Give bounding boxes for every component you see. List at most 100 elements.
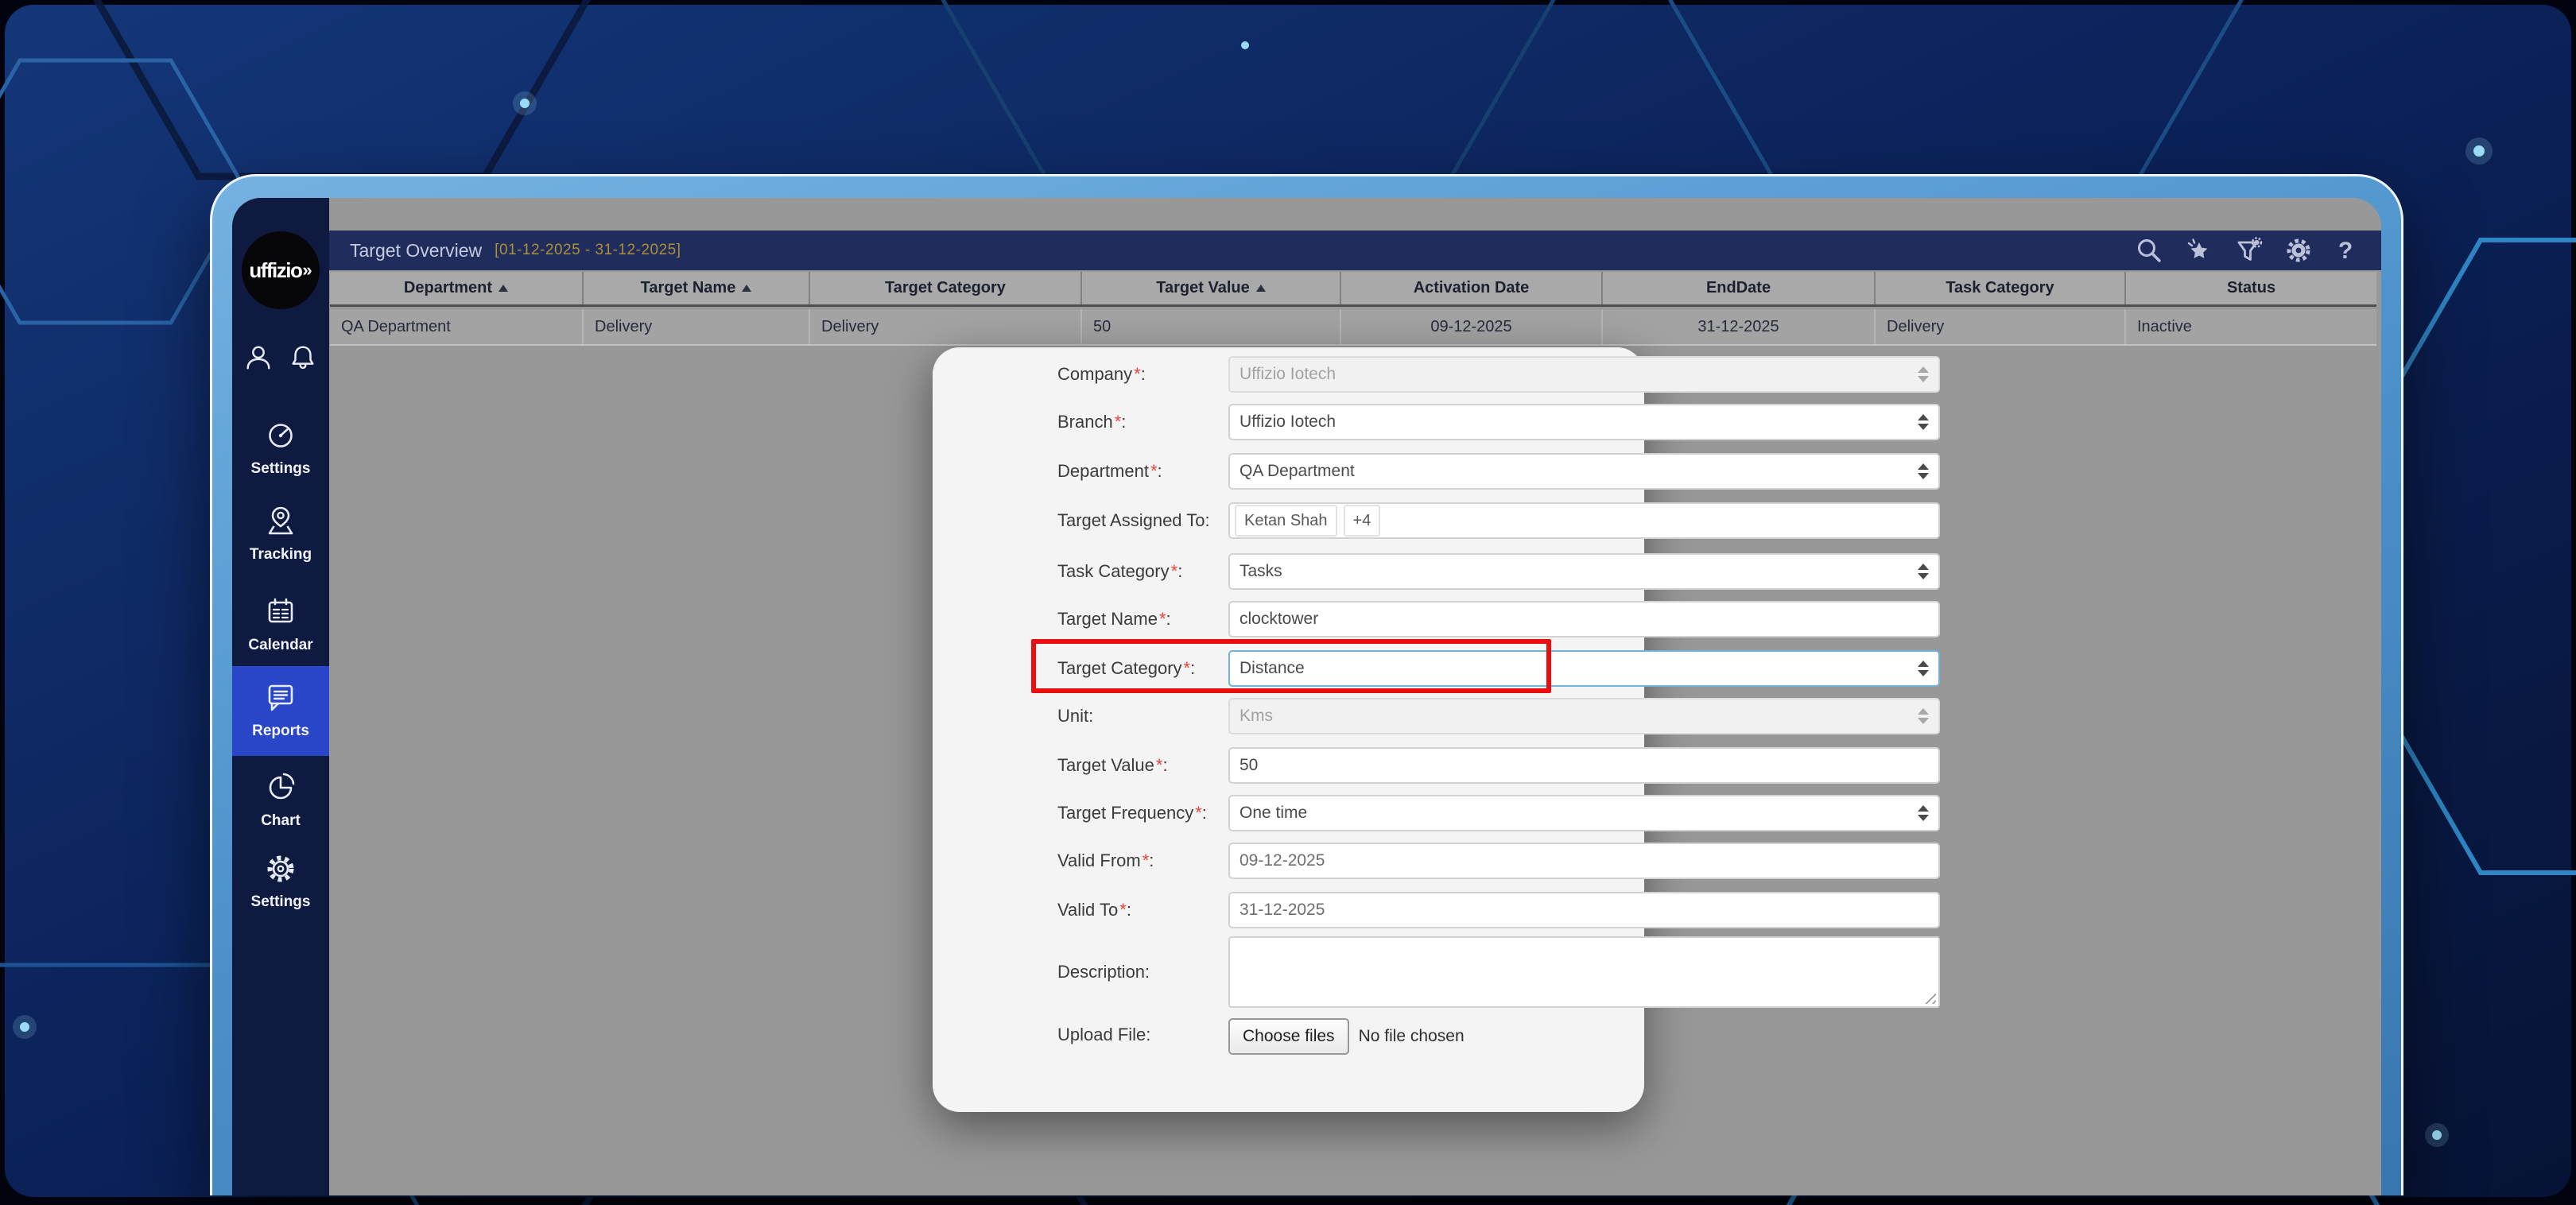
date-range-badge: [01-12-2025 - 31-12-2025] xyxy=(495,242,681,259)
description-textarea[interactable] xyxy=(1228,936,1940,1008)
upload-file-field: Choose files No file chosen xyxy=(1228,1018,1465,1055)
pie-chart-icon xyxy=(263,770,298,805)
form-row-valid-to: Valid To* : 31-12-2025 xyxy=(933,892,1644,928)
upload-file-label: Upload File xyxy=(1057,1025,1146,1045)
column-header-target-value[interactable]: Target Value xyxy=(1082,272,1341,304)
select-arrows-icon xyxy=(1918,708,1929,724)
cell-target-name: Delivery xyxy=(584,309,810,344)
department-select[interactable]: QA Department xyxy=(1228,453,1940,490)
branch-select[interactable]: Uffizio Iotech xyxy=(1228,404,1940,440)
cell-activation-date: 09-12-2025 xyxy=(1341,309,1603,344)
target-assigned-to-input[interactable]: Ketan Shah +4 xyxy=(1228,502,1940,539)
sidebar-item-settings[interactable]: Settings xyxy=(232,418,329,478)
required-asterisk: * xyxy=(1134,364,1141,385)
assignee-chip[interactable]: Ketan Shah xyxy=(1235,505,1337,537)
gear-icon xyxy=(263,851,298,886)
cell-status: Inactive xyxy=(2126,309,2376,344)
target-form-modal: Company* : Uffizio Iotech Branch* : Uffi… xyxy=(933,347,1644,1112)
required-asterisk: * xyxy=(1143,850,1150,871)
required-asterisk: * xyxy=(1156,755,1163,776)
required-asterisk: * xyxy=(1150,461,1158,482)
sidebar-top-icons xyxy=(232,343,329,373)
form-row-department: Department* : QA Department xyxy=(933,453,1644,490)
highlight-rectangle xyxy=(1031,639,1551,693)
column-header-task-category[interactable]: Task Category xyxy=(1876,272,2126,304)
target-frequency-label: Target Frequency xyxy=(1057,803,1193,823)
unit-select[interactable]: Kms xyxy=(1228,698,1940,734)
branch-label: Branch xyxy=(1057,412,1113,432)
department-label: Department xyxy=(1057,461,1149,482)
sidebar-item-label: Calendar xyxy=(232,637,329,654)
sidebar-item-tracking[interactable]: Tracking xyxy=(232,504,329,564)
calendar-icon xyxy=(263,595,298,630)
target-frequency-select[interactable]: One time xyxy=(1228,795,1940,831)
logo-arrow-icon: » xyxy=(302,260,312,281)
user-icon[interactable] xyxy=(243,343,274,373)
choose-files-button[interactable]: Choose files xyxy=(1228,1018,1349,1055)
form-row-description: Description : xyxy=(933,936,1644,1008)
company-label: Company xyxy=(1057,364,1132,385)
valid-from-input[interactable]: 09-12-2025 xyxy=(1228,843,1940,879)
help-icon[interactable]: ? xyxy=(2334,236,2357,265)
form-row-target-assigned-to: Target Assigned To : Ketan Shah +4 xyxy=(933,502,1644,539)
sidebar-item-label: Reports xyxy=(232,723,329,740)
column-header-target-name[interactable]: Target Name xyxy=(584,272,810,304)
filter-gear-icon[interactable] xyxy=(2233,236,2264,265)
table-row[interactable]: QA Department Delivery Delivery 50 09-12… xyxy=(330,309,2376,346)
valid-to-label: Valid To xyxy=(1057,900,1118,920)
form-row-target-value: Target Value* : 50 xyxy=(933,747,1644,784)
column-header-department[interactable]: Department xyxy=(330,272,584,304)
company-select[interactable]: Uffizio Iotech xyxy=(1228,356,1940,393)
sidebar: uffizio» Settings xyxy=(232,198,329,1195)
sidebar-item-label: Tracking xyxy=(232,546,329,564)
sort-asc-icon xyxy=(499,285,508,292)
unit-label: Unit xyxy=(1057,706,1088,726)
task-category-label: Task Category xyxy=(1057,561,1170,582)
resize-grip-icon[interactable] xyxy=(1925,993,1936,1004)
sidebar-item-chart[interactable]: Chart xyxy=(232,770,329,830)
sidebar-item-reports[interactable]: Reports xyxy=(232,666,329,756)
uffizio-logo: uffizio» xyxy=(242,231,320,309)
required-asterisk: * xyxy=(1195,803,1202,823)
target-name-input[interactable]: clocktower xyxy=(1228,601,1940,637)
map-pin-icon xyxy=(263,504,298,539)
page-title: Target Overview xyxy=(350,240,482,262)
required-asterisk: * xyxy=(1115,412,1122,432)
search-icon[interactable] xyxy=(2135,236,2163,265)
form-row-target-frequency: Target Frequency* : One time xyxy=(933,795,1644,831)
assignee-more-chip[interactable]: +4 xyxy=(1344,505,1381,537)
bell-icon[interactable] xyxy=(288,343,318,373)
sidebar-item-calendar[interactable]: Calendar xyxy=(232,595,329,654)
column-header-target-category[interactable]: Target Category xyxy=(810,272,1082,304)
sidebar-item-label: Settings xyxy=(232,893,329,911)
required-asterisk: * xyxy=(1119,900,1127,920)
gauge-icon xyxy=(263,418,298,453)
screenshot-stage: uffizio» Settings xyxy=(0,0,2576,1205)
column-header-status[interactable]: Status xyxy=(2126,272,2376,304)
sidebar-item-label: Settings xyxy=(232,460,329,478)
form-row-company: Company* : Uffizio Iotech xyxy=(933,356,1644,393)
favorite-star-icon[interactable] xyxy=(2184,236,2213,265)
required-asterisk: * xyxy=(1159,609,1166,630)
valid-to-input[interactable]: 31-12-2025 xyxy=(1228,892,1940,928)
sidebar-item-settings-bottom[interactable]: Settings xyxy=(232,851,329,911)
cell-task-category: Delivery xyxy=(1876,309,2126,344)
column-header-activation-date[interactable]: Activation Date xyxy=(1341,272,1603,304)
form-row-task-category: Task Category* : Tasks xyxy=(933,553,1644,590)
cell-department: QA Department xyxy=(330,309,584,344)
description-label: Description xyxy=(1057,962,1145,982)
task-category-select[interactable]: Tasks xyxy=(1228,553,1940,590)
column-header-end-date[interactable]: EndDate xyxy=(1603,272,1876,304)
select-arrows-icon xyxy=(1918,564,1929,579)
target-value-input[interactable]: 50 xyxy=(1228,747,1940,784)
settings-gear-icon[interactable] xyxy=(2284,236,2313,265)
required-asterisk: * xyxy=(1171,561,1178,582)
topbar-icons: ? xyxy=(2135,236,2357,265)
select-arrows-icon xyxy=(1918,463,1929,479)
cell-target-category: Delivery xyxy=(810,309,1082,344)
target-value-label: Target Value xyxy=(1057,755,1154,776)
valid-from-label: Valid From xyxy=(1057,850,1141,871)
file-chosen-status: No file chosen xyxy=(1359,1027,1465,1046)
report-note-icon xyxy=(263,680,298,715)
select-arrows-icon xyxy=(1918,661,1929,676)
